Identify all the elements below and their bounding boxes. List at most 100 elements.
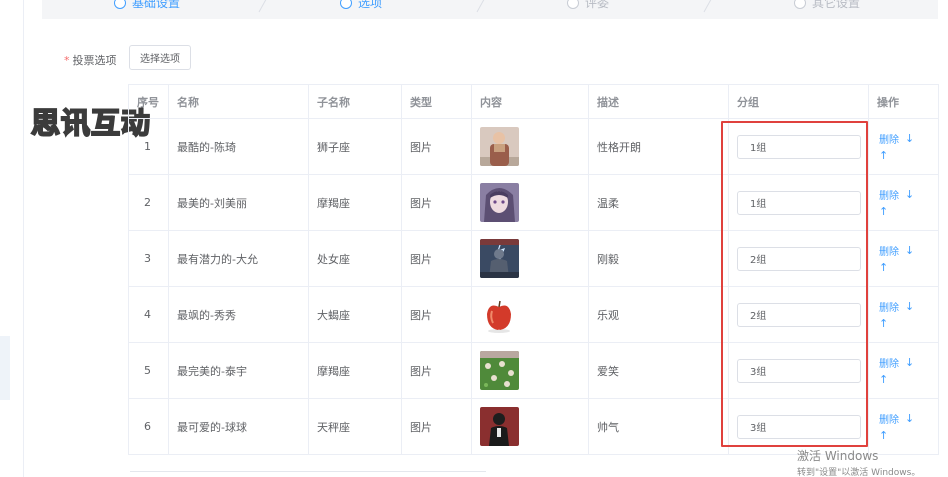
step-judges[interactable]: 评委 bbox=[567, 0, 609, 11]
step-separator-icon bbox=[475, 0, 489, 14]
group-input[interactable]: 2组 bbox=[737, 246, 861, 271]
row-type: 图片 bbox=[401, 398, 472, 455]
step-other-settings[interactable]: 其它设置 bbox=[794, 0, 860, 11]
step-basic-settings[interactable]: 基础设置 bbox=[114, 0, 180, 11]
header-index: 序号 bbox=[128, 84, 169, 119]
table-row: 1 最酷的-陈琦 狮子座 图片 性格开朗 1组 删除 ↓ ↑ bbox=[128, 118, 939, 175]
row-name: 最美的-刘美丽 bbox=[168, 174, 309, 231]
row-name: 最可爱的-球球 bbox=[168, 398, 309, 455]
row-subname: 摩羯座 bbox=[308, 174, 402, 231]
row-actions: 删除 ↓ ↑ bbox=[868, 174, 939, 231]
table-row: 4 最飒的-秀秀 大蝎座 图片 乐观 2组 删除 ↓ ↑ bbox=[128, 286, 939, 343]
move-down-icon[interactable]: ↓ bbox=[905, 244, 914, 257]
row-index: 6 bbox=[128, 398, 169, 455]
row-description: 帅气 bbox=[588, 398, 729, 455]
move-down-icon[interactable]: ↓ bbox=[905, 188, 914, 201]
header-description: 描述 bbox=[588, 84, 729, 119]
step-label: 选项 bbox=[358, 0, 383, 10]
step-separator-icon bbox=[702, 0, 716, 14]
step-circle-icon bbox=[794, 0, 806, 9]
row-type: 图片 bbox=[401, 118, 472, 175]
move-down-icon[interactable]: ↓ bbox=[905, 132, 914, 145]
step-circle-icon bbox=[567, 0, 579, 9]
activation-title: 激活 Windows bbox=[797, 449, 879, 463]
row-index: 3 bbox=[128, 230, 169, 287]
row-type: 图片 bbox=[401, 230, 472, 287]
garden-thumbnail[interactable] bbox=[480, 351, 519, 390]
row-type: 图片 bbox=[401, 342, 472, 399]
step-circle-icon bbox=[340, 0, 352, 9]
row-name: 最完美的-泰宇 bbox=[168, 342, 309, 399]
row-name: 最酷的-陈琦 bbox=[168, 118, 309, 175]
left-sidebar-edge bbox=[0, 0, 24, 477]
select-options-button[interactable]: 选择选项 bbox=[129, 45, 191, 70]
move-up-icon[interactable]: ↑ bbox=[879, 317, 934, 330]
delete-link[interactable]: 删除 bbox=[879, 411, 899, 426]
row-type: 图片 bbox=[401, 174, 472, 231]
row-group: 2组 bbox=[728, 286, 869, 343]
row-index: 1 bbox=[128, 118, 169, 175]
row-subname: 天秤座 bbox=[308, 398, 402, 455]
delete-link[interactable]: 删除 bbox=[879, 131, 899, 146]
dark-figure-thumbnail[interactable] bbox=[480, 407, 519, 446]
move-up-icon[interactable]: ↑ bbox=[879, 149, 934, 162]
row-actions: 删除 ↓ ↑ bbox=[868, 342, 939, 399]
header-actions: 操作 bbox=[868, 84, 939, 119]
row-subname: 摩羯座 bbox=[308, 342, 402, 399]
row-actions: 删除 ↓ ↑ bbox=[868, 286, 939, 343]
move-up-icon[interactable]: ↑ bbox=[879, 429, 934, 442]
divider bbox=[130, 471, 486, 472]
row-index: 2 bbox=[128, 174, 169, 231]
delete-link[interactable]: 删除 bbox=[879, 243, 899, 258]
armored-figure-thumbnail[interactable] bbox=[480, 239, 519, 278]
row-group: 1组 bbox=[728, 118, 869, 175]
header-name: 名称 bbox=[168, 84, 309, 119]
row-subname: 处女座 bbox=[308, 230, 402, 287]
windows-activation-notice: 激活 Windows 转到"设置"以激活 Windows。 bbox=[797, 447, 920, 477]
group-input[interactable]: 1组 bbox=[737, 134, 861, 159]
group-input[interactable]: 1组 bbox=[737, 190, 861, 215]
move-up-icon[interactable]: ↑ bbox=[879, 205, 934, 218]
step-label: 其它设置 bbox=[812, 0, 861, 10]
group-input[interactable]: 2组 bbox=[737, 302, 861, 327]
anime-girl-thumbnail[interactable] bbox=[480, 183, 519, 222]
group-input[interactable]: 3组 bbox=[737, 414, 861, 439]
row-type: 图片 bbox=[401, 286, 472, 343]
group-input[interactable]: 3组 bbox=[737, 358, 861, 383]
table-row: 2 最美的-刘美丽 摩羯座 图片 温柔 1组 删除 ↓ ↑ bbox=[128, 174, 939, 231]
steps-bar: 基础设置 选项 评委 其它设置 bbox=[42, 0, 938, 19]
step-options[interactable]: 选项 bbox=[340, 0, 382, 11]
row-name: 最飒的-秀秀 bbox=[168, 286, 309, 343]
required-mark: * bbox=[64, 54, 70, 67]
row-description: 性格开朗 bbox=[588, 118, 729, 175]
row-content bbox=[471, 398, 589, 455]
move-down-icon[interactable]: ↓ bbox=[905, 300, 914, 313]
row-content bbox=[471, 118, 589, 175]
move-down-icon[interactable]: ↓ bbox=[905, 356, 914, 369]
vote-options-label: * 投票选项 bbox=[64, 52, 117, 68]
table-header-row: 序号 名称 子名称 类型 内容 描述 分组 操作 bbox=[128, 84, 939, 119]
delete-link[interactable]: 删除 bbox=[879, 355, 899, 370]
apple-thumbnail[interactable] bbox=[480, 295, 519, 334]
row-name: 最有潜力的-大允 bbox=[168, 230, 309, 287]
move-up-icon[interactable]: ↑ bbox=[879, 261, 934, 274]
delete-link[interactable]: 删除 bbox=[879, 299, 899, 314]
header-content: 内容 bbox=[471, 84, 589, 119]
row-content bbox=[471, 342, 589, 399]
move-down-icon[interactable]: ↓ bbox=[905, 412, 914, 425]
delete-link[interactable]: 删除 bbox=[879, 187, 899, 202]
vote-options-text: 投票选项 bbox=[72, 54, 117, 67]
sidebar-active-item[interactable] bbox=[0, 336, 10, 400]
row-actions: 删除 ↓ ↑ bbox=[868, 230, 939, 287]
step-circle-icon bbox=[114, 0, 126, 9]
row-description: 乐观 bbox=[588, 286, 729, 343]
row-group: 1组 bbox=[728, 174, 869, 231]
person-photo-thumbnail[interactable] bbox=[480, 127, 519, 166]
move-up-icon[interactable]: ↑ bbox=[879, 373, 934, 386]
row-actions: 删除 ↓ ↑ bbox=[868, 118, 939, 175]
row-content bbox=[471, 286, 589, 343]
table-row: 5 最完美的-泰宇 摩羯座 图片 爱笑 3组 删除 ↓ ↑ bbox=[128, 342, 939, 399]
row-group: 2组 bbox=[728, 230, 869, 287]
row-subname: 大蝎座 bbox=[308, 286, 402, 343]
table-row: 3 最有潜力的-大允 处女座 图片 刚毅 2组 删除 ↓ ↑ bbox=[128, 230, 939, 287]
